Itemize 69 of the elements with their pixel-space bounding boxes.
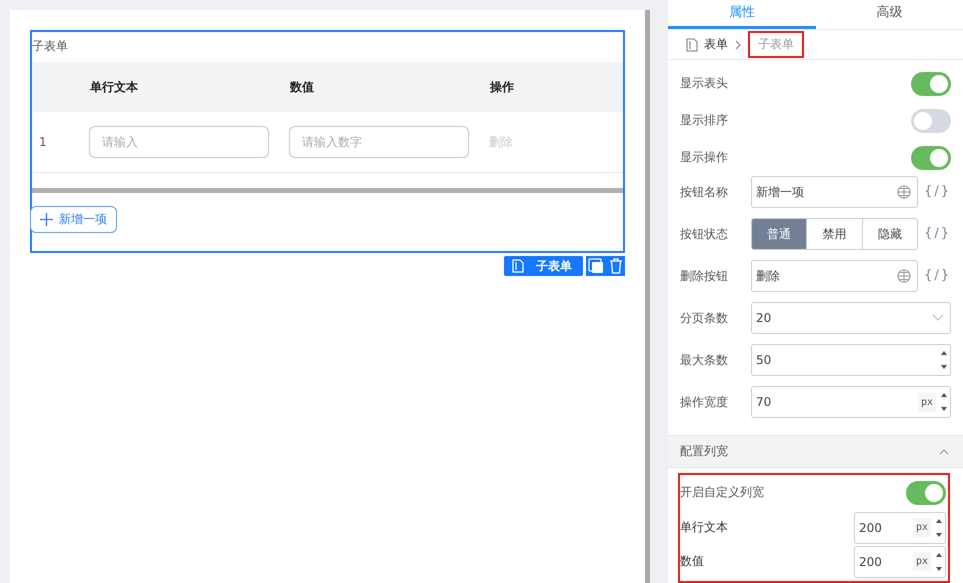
column-header: 数值 [290, 78, 315, 96]
document-icon [512, 259, 524, 273]
copy-icon[interactable] [588, 258, 604, 274]
horizontal-scrollbar[interactable] [32, 188, 623, 193]
section-title: 配置列宽 [680, 443, 728, 460]
property-label: 按钮名称 [680, 184, 729, 202]
spinner-icon[interactable] [935, 550, 943, 573]
document-icon [686, 38, 698, 52]
select-field[interactable]: 20 [751, 302, 951, 334]
number-field[interactable]: 200 px [854, 546, 946, 578]
property-label: 显示排序 [680, 112, 729, 130]
field-value: 50 [756, 353, 772, 368]
number-field[interactable]: 200 px [854, 512, 946, 544]
chevron-right-icon [734, 40, 742, 50]
component-label-text: 子表单 [536, 258, 572, 274]
text-field[interactable]: 删除 [751, 260, 918, 292]
section-header[interactable]: 配置列宽 [668, 435, 963, 468]
property-label: 最大条数 [680, 352, 729, 370]
field-value: 70 [756, 395, 772, 410]
property-label: 操作宽度 [680, 394, 729, 412]
expression-button[interactable]: {/} [924, 218, 951, 250]
property-label: 显示表头 [680, 75, 729, 92]
toggle-switch[interactable] [911, 146, 951, 170]
globe-icon[interactable] [897, 185, 912, 200]
text-field[interactable]: 新增一项 [751, 176, 918, 208]
number-field[interactable]: 50 [751, 344, 951, 376]
column-header: 单行文本 [90, 78, 139, 96]
unit-label: px [912, 552, 931, 572]
toggle-switch[interactable] [911, 108, 951, 133]
column-width-label: 单行文本 [680, 519, 728, 536]
property-label: 显示操作 [680, 149, 729, 166]
row-number: 1 [39, 135, 47, 149]
toggle-switch[interactable] [911, 72, 951, 96]
unit-label: px [918, 392, 936, 412]
field-value: 删除 [756, 268, 781, 285]
field-value: 新增一项 [756, 184, 805, 201]
property-label: 按钮状态 [680, 226, 729, 244]
column-header: 操作 [490, 78, 515, 96]
field-value: 200 [859, 520, 883, 535]
property-label: 删除按钮 [680, 268, 729, 286]
toggle-switch[interactable] [906, 480, 946, 505]
subform-title: 子表单 [32, 38, 68, 55]
add-item-button[interactable]: 新增一项 [30, 206, 117, 233]
chevron-up-icon[interactable] [939, 448, 949, 454]
field-value: 20 [756, 311, 772, 326]
plus-icon [40, 213, 53, 226]
unit-label: px [912, 518, 931, 538]
property-label: 开启自定义列宽 [680, 484, 764, 502]
component-label[interactable]: 子表单 [504, 256, 583, 276]
chevron-down-icon [932, 314, 944, 322]
expression-button[interactable]: {/} [924, 176, 951, 208]
spinner-icon[interactable] [940, 349, 948, 372]
segment-option[interactable]: 隐藏 [862, 219, 918, 250]
field-value: 200 [859, 554, 883, 569]
vertical-scrollbar[interactable] [645, 10, 650, 583]
globe-icon[interactable] [897, 269, 912, 284]
input-field[interactable]: 请输入数字 [289, 126, 469, 158]
breadcrumb-item[interactable]: 表单 [704, 34, 728, 56]
property-label: 分页条数 [680, 310, 729, 328]
spinner-icon[interactable] [935, 516, 943, 539]
segment-option[interactable]: 普通 [752, 219, 806, 250]
trash-icon[interactable] [608, 258, 623, 274]
segment-option[interactable]: 禁用 [806, 219, 862, 250]
panel-tab[interactable]: 高级 [816, 0, 963, 30]
number-field[interactable]: 70 px [751, 386, 951, 418]
column-width-label: 数值 [680, 553, 704, 570]
spinner-icon[interactable] [940, 391, 948, 414]
expression-button[interactable]: {/} [924, 260, 951, 292]
input-field[interactable]: 请输入 [89, 126, 269, 158]
